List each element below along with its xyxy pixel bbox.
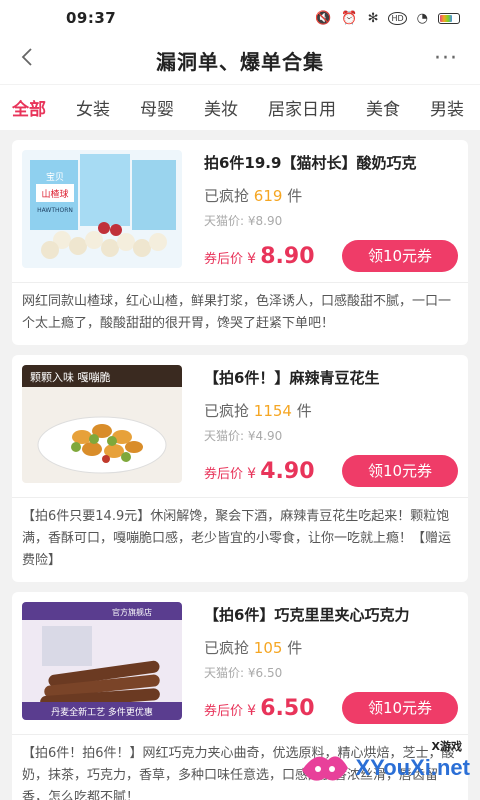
status-time: 09:37	[66, 9, 117, 27]
product-image[interactable]: 山楂球 宝贝 HAWTHORN	[22, 150, 182, 268]
divider	[12, 282, 468, 283]
battery-icon	[438, 12, 460, 24]
product-title[interactable]: 【拍6件！】麻辣青豆花生	[204, 367, 458, 388]
tmall-price: 天猫价: ¥6.50	[204, 666, 283, 680]
product-title[interactable]: 拍6件19.9【猫村长】酸奶巧克	[204, 152, 458, 173]
tab-2[interactable]: 母婴	[140, 95, 174, 120]
price-label: 券后价	[204, 466, 244, 482]
sold-count: 已疯抢 1154 件	[204, 400, 458, 421]
tmall-price: 天猫价: ¥4.90	[204, 429, 283, 443]
price-value: 8.90	[260, 243, 315, 269]
bluetooth-icon: ✻	[367, 10, 379, 26]
wifi-icon: ◔	[416, 10, 428, 26]
sold-suffix: 件	[287, 187, 303, 205]
sold-suffix: 件	[287, 639, 303, 657]
page-title: 漏洞单、爆单合集	[156, 49, 324, 74]
product-description: 【拍6件只要14.9元】休闲解馋，聚会下酒，麻辣青豆花生吃起来！颗粒饱满，香酥可…	[22, 509, 452, 568]
product-list: 山楂球 宝贝 HAWTHORN 拍6件19.9【猫村长】酸奶巧克 已疯抢 619…	[0, 130, 480, 800]
tab-3[interactable]: 美妆	[204, 95, 238, 120]
thumb-text: HAWTHORN	[37, 207, 73, 214]
price-symbol: ¥	[247, 702, 257, 719]
tab-1[interactable]: 女装	[76, 95, 110, 120]
price-value: 6.50	[260, 695, 315, 721]
product-description: 网红同款山楂球，红心山楂，鲜果打浆，色泽诱人，口感酸甜不腻，一口一个太上瘾了，酸…	[22, 294, 452, 331]
tab-5[interactable]: 美食	[366, 95, 400, 120]
coupon-price: 券后价 ¥ 6.50	[204, 696, 315, 721]
product-title[interactable]: 【拍6件】巧克里里夹心巧克力	[204, 604, 458, 625]
sold-prefix: 已疯抢	[204, 187, 250, 205]
coupon-price: 券后价 ¥ 8.90	[204, 244, 315, 269]
watermark-logo-icon	[298, 748, 352, 788]
coupon-price: 券后价 ¥ 4.90	[204, 459, 315, 484]
category-tabs: 全部 女装 母婴 美妆 居家日用 美食 男装	[0, 84, 480, 130]
sold-number: 1154	[253, 402, 292, 420]
tmall-price: 天猫价: ¥8.90	[204, 214, 283, 228]
sold-prefix: 已疯抢	[204, 639, 250, 657]
tab-0[interactable]: 全部	[12, 95, 46, 120]
divider	[12, 734, 468, 735]
thumb-text: 丹麦全新工艺 多件更优惠	[51, 706, 153, 718]
watermark: XYouXi.net	[298, 748, 471, 788]
thumb-text: 颗颗入味 嘎嘣脆	[30, 370, 111, 384]
alarm-icon: ⏰	[341, 10, 358, 26]
watermark-text: XYouXi.net	[355, 755, 471, 780]
product-image[interactable]: 颗颗入味 嘎嘣脆	[22, 365, 182, 483]
price-symbol: ¥	[247, 250, 257, 267]
product-card[interactable]: 颗颗入味 嘎嘣脆 【拍6件！】麻辣青豆花生 已疯抢 1154 件 天猫价: ¥4…	[12, 355, 468, 582]
price-label: 券后价	[204, 703, 244, 719]
tab-4[interactable]: 居家日用	[268, 95, 336, 120]
get-coupon-button[interactable]: 领10元券	[342, 692, 458, 724]
chevron-left-icon[interactable]	[20, 46, 44, 74]
sold-number: 619	[253, 187, 283, 205]
status-icons: 🔇 ⏰ ✻ HD ◔	[315, 11, 460, 26]
hd-icon: HD	[388, 11, 407, 25]
price-label: 券后价	[204, 251, 244, 267]
thumb-text: 官方旗舰店	[112, 607, 152, 617]
nav-bar: 漏洞单、爆单合集 ···	[0, 36, 480, 84]
sold-count: 已疯抢 105 件	[204, 637, 458, 658]
price-value: 4.90	[260, 458, 315, 484]
product-image[interactable]: 官方旗舰店 丹麦全新工艺 多件更优惠	[22, 602, 182, 720]
get-coupon-button[interactable]: 领10元券	[342, 455, 458, 487]
product-card[interactable]: 山楂球 宝贝 HAWTHORN 拍6件19.9【猫村长】酸奶巧克 已疯抢 619…	[12, 140, 468, 345]
mute-icon: 🔇	[315, 10, 332, 26]
sold-suffix: 件	[296, 402, 312, 420]
sold-number: 105	[253, 639, 283, 657]
more-dots-icon[interactable]: ···	[434, 46, 458, 71]
status-bar: 09:37 🔇 ⏰ ✻ HD ◔	[0, 0, 480, 36]
price-symbol: ¥	[247, 465, 257, 482]
thumb-text: 山楂球	[41, 188, 68, 200]
thumb-text: 宝贝	[46, 171, 64, 183]
sold-count: 已疯抢 619 件	[204, 185, 458, 206]
divider	[12, 497, 468, 498]
get-coupon-button[interactable]: 领10元券	[342, 240, 458, 272]
sold-prefix: 已疯抢	[204, 402, 250, 420]
tab-6[interactable]: 男装	[430, 95, 464, 120]
